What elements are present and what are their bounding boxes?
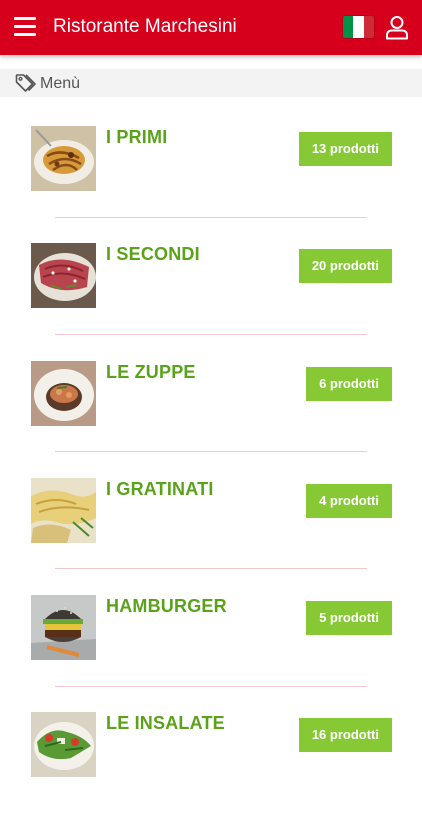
category-name: LE ZUPPE (106, 362, 196, 382)
dish-thumbnail (31, 361, 96, 426)
product-count-badge[interactable]: 5 prodotti (306, 601, 392, 635)
app-title: Ristorante Marchesini (53, 16, 237, 37)
category-name: I GRATINATI (106, 479, 214, 499)
dish-thumbnail (31, 478, 96, 543)
product-count-badge[interactable]: 6 prodotti (306, 367, 392, 401)
category-name: I SECONDI (106, 244, 200, 264)
category-name: LE INSALATE (106, 713, 225, 733)
hamburger-menu-icon[interactable] (14, 16, 36, 36)
category-item-le-insalate[interactable]: LE INSALATE 16 prodotti (0, 705, 422, 823)
category-item-le-zuppe[interactable]: LE ZUPPE 6 prodotti (0, 354, 422, 472)
category-item-i-primi[interactable]: I PRIMI 13 prodotti (0, 119, 422, 237)
flag-italy-icon[interactable] (343, 16, 374, 38)
category-item-hamburger[interactable]: HAMBURGER 5 prodotti (0, 588, 422, 706)
divider (55, 334, 367, 335)
dish-thumbnail (31, 712, 96, 777)
dish-thumbnail (31, 243, 96, 308)
dish-thumbnail (31, 595, 96, 660)
tag-icon (15, 74, 36, 92)
section-header: Menù (0, 69, 422, 97)
category-item-i-gratinati[interactable]: I GRATINATI 4 prodotti (0, 471, 422, 589)
app-header: Ristorante Marchesini (0, 0, 422, 55)
divider (55, 451, 367, 452)
category-name: I PRIMI (106, 127, 168, 147)
divider (55, 568, 367, 569)
product-count-badge[interactable]: 13 prodotti (298, 132, 392, 166)
product-count-badge[interactable]: 16 prodotti (298, 718, 392, 752)
category-item-i-secondi[interactable]: I SECONDI 20 prodotti (0, 236, 422, 354)
dish-thumbnail (31, 126, 96, 191)
user-icon[interactable] (385, 15, 409, 40)
divider (55, 686, 367, 687)
section-title: Menù (40, 75, 81, 92)
product-count-badge[interactable]: 4 prodotti (306, 484, 392, 518)
category-name: HAMBURGER (106, 596, 227, 616)
product-count-badge[interactable]: 20 prodotti (298, 249, 392, 283)
divider (55, 217, 367, 218)
